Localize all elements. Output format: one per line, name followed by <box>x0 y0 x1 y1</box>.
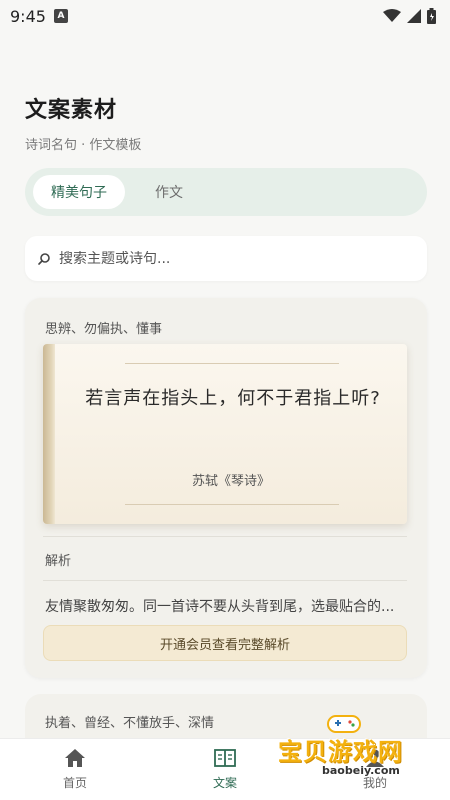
nav-copywriting[interactable]: 文案 <box>185 748 265 791</box>
category-tab-bar: 精美句子 作文 <box>25 168 427 216</box>
top-rule <box>125 363 339 364</box>
tab-essay[interactable]: 作文 <box>137 175 201 209</box>
book-icon <box>214 749 236 767</box>
nav-label: 首页 <box>62 776 87 790</box>
analysis-text: 友情聚散匆匆。同一首诗不要从头背到尾，选最贴合的... <box>45 599 395 615</box>
wifi-icon <box>383 9 401 22</box>
status-left: 9:45 A <box>10 7 68 26</box>
divider <box>43 536 407 537</box>
watermark-logo: 宝贝游戏网 baobeiy.com <box>270 712 420 784</box>
gamepad-icon <box>327 715 361 733</box>
book-spine <box>43 344 55 524</box>
poem-block[interactable]: 若言声在指头上，何不于君指上听? 苏轼《琴诗》 <box>43 344 407 524</box>
status-time: 9:45 <box>10 6 46 26</box>
notification-icon: A <box>53 9 68 23</box>
page-subtitle: 诗词名句 · 作文模板 <box>25 138 142 153</box>
bottom-rule <box>125 504 339 505</box>
search-icon <box>38 252 50 265</box>
watermark-url: baobeiy.com <box>322 764 400 777</box>
status-bar: 9:45 A <box>0 0 450 32</box>
battery-icon <box>427 8 436 24</box>
status-right <box>383 8 436 24</box>
signal-icon <box>407 9 421 23</box>
divider <box>43 580 407 581</box>
nav-home[interactable]: 首页 <box>35 748 115 791</box>
vip-analysis-button[interactable]: 开通会员查看完整解析 <box>43 625 407 661</box>
tab-sentences[interactable]: 精美句子 <box>33 175 125 209</box>
poem-text: 若言声在指头上，何不于君指上听? <box>85 388 381 409</box>
nav-label: 文案 <box>212 776 237 790</box>
search-box[interactable] <box>25 236 427 281</box>
analysis-label: 解析 <box>45 554 72 569</box>
home-icon <box>65 749 85 767</box>
poem-source: 苏轼《琴诗》 <box>191 474 270 489</box>
watermark-text: 宝贝游戏网 <box>278 738 403 766</box>
card-tags: 执着、曾经、不懂放手、深情 <box>45 716 215 731</box>
quote-card: 思辨、勿偏执、懂事 若言声在指头上，何不于君指上听? 苏轼《琴诗》 解析 友情聚… <box>25 298 427 678</box>
search-input[interactable] <box>59 250 415 267</box>
page-title: 文案素材 <box>25 98 118 123</box>
card-tags: 思辨、勿偏执、懂事 <box>45 322 163 337</box>
